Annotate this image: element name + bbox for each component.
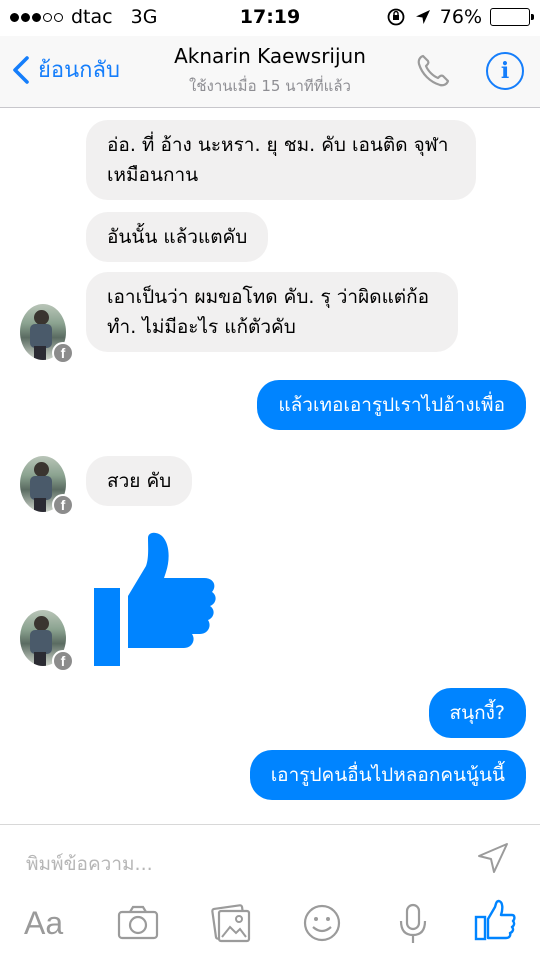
facebook-badge-icon: f (52, 650, 74, 672)
message-incoming[interactable]: เอาเป็นว่า ผมขอโทด คับ. รุ ว่าผิดแต่ก้อ … (86, 272, 458, 352)
location-arrow-icon (415, 10, 430, 24)
message-text-line: เอาเป็นว่า ผมขอโทด คับ. รุ ว่าผิดแต่ก้อ (107, 286, 430, 308)
conversation-header: ย้อนกลับ Aknarin Kaewsrijun ใช้งานเมื่อ … (0, 36, 540, 108)
message-incoming[interactable]: อ่อ. ที่ อ้าง นะหรา. ยุ ชม. คับ เอนติด จ… (86, 120, 476, 200)
message-text: สวย คับ (107, 470, 172, 492)
info-button[interactable]: i (486, 52, 524, 90)
message-incoming[interactable]: สวย คับ (86, 456, 193, 506)
message-incoming[interactable]: อันนั้น แล้วแตคับ (86, 212, 269, 262)
camera-icon[interactable] (116, 903, 160, 943)
message-text: สนุกงี้? (449, 702, 505, 724)
message-composer: พิมพ์ข้อความ... Aa (0, 824, 540, 960)
phone-call-icon[interactable] (414, 52, 452, 90)
gallery-icon[interactable] (210, 903, 252, 943)
facebook-badge-icon: f (52, 494, 74, 516)
rotation-lock-icon (387, 8, 405, 26)
last-active-status: ใช้งานเมื่อ 15 นาทีที่แล้ว (189, 77, 351, 95)
message-text-line: เหมือนกาน (107, 164, 199, 186)
emoji-icon[interactable] (302, 903, 342, 943)
facebook-badge-icon: f (52, 342, 74, 364)
message-text-line: อ่อ. ที่ อ้าง นะหรา. ยุ ชม. คับ เอนติด จ… (107, 134, 449, 156)
message-outgoing[interactable]: เอารูปคนอื่นไปหลอกคนนู้นนี้ (249, 750, 526, 800)
message-text: อันนั้น แล้วแตคับ (107, 226, 248, 248)
like-sticker-icon[interactable] (94, 532, 220, 668)
text-format-button[interactable]: Aa (24, 905, 63, 942)
message-input[interactable]: พิมพ์ข้อความ... (26, 849, 153, 879)
send-icon[interactable] (476, 841, 510, 875)
status-bar: dtac 3G 17:19 76% (0, 0, 540, 36)
battery-icon (490, 8, 534, 26)
message-list[interactable]: อ่อ. ที่ อ้าง นะหรา. ยุ ชม. คับ เอนติด จ… (0, 108, 540, 824)
battery-percent: 76% (439, 6, 482, 28)
message-text: เอารูปคนอื่นไปหลอกคนนู้นนี้ (270, 764, 505, 786)
like-button-icon[interactable] (474, 899, 516, 941)
message-text: แล้วเทอเอารูปเราไปอ้างเพื่อ (278, 394, 505, 416)
message-text-line: ทำ. ไม่มีอะไร แก้ตัวคับ (107, 316, 296, 338)
status-right: 76% (386, 6, 534, 28)
message-outgoing[interactable]: สนุกงี้? (428, 688, 526, 738)
message-outgoing[interactable]: แล้วเทอเอารูปเราไปอ้างเพื่อ (257, 380, 526, 430)
contact-name: Aknarin Kaewsrijun (174, 44, 366, 68)
microphone-icon[interactable] (398, 903, 428, 945)
contact-title[interactable]: Aknarin Kaewsrijun ใช้งานเมื่อ 15 นาทีที… (0, 44, 540, 98)
